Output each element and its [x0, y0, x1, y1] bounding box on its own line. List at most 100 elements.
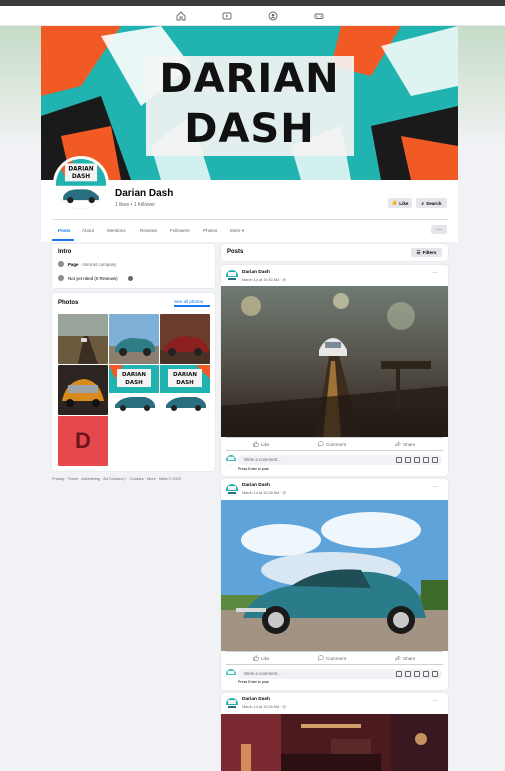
emoji-icon[interactable] — [405, 671, 411, 677]
search-page-label: Search — [426, 200, 442, 206]
header-divider — [52, 219, 448, 220]
tab-posts[interactable]: Posts — [58, 228, 71, 233]
star-icon — [58, 275, 64, 281]
sticker-icon[interactable] — [432, 457, 438, 463]
tab-photos[interactable]: Photos — [203, 228, 217, 233]
cover-title-line1: DARIAN — [159, 56, 340, 102]
post-timestamp[interactable]: March 14 at 10:30 AM · ◎ — [242, 277, 286, 282]
post-image-1[interactable] — [221, 286, 448, 437]
gaming-icon[interactable] — [312, 9, 326, 23]
intro-title: Intro — [58, 249, 72, 255]
commenter-avatar — [226, 455, 236, 465]
share-icon — [395, 441, 401, 447]
filters-label: Filters — [422, 250, 437, 255]
thumb6-logo-line1: DARIAN — [173, 372, 197, 378]
share-label: Share — [403, 441, 416, 447]
groups-icon[interactable] — [266, 9, 280, 23]
comment-button[interactable]: Comment — [318, 655, 346, 661]
page-footer[interactable]: Privacy · Terms · Advertising · Ad Choic… — [52, 476, 181, 481]
post-actions-bottom-divider — [226, 664, 443, 665]
avatar-sticker-icon[interactable] — [396, 457, 402, 463]
commenter-avatar — [226, 669, 236, 679]
intro-page-label: Page — [68, 262, 79, 267]
photos-title: Photos — [58, 300, 79, 306]
emoji-icon[interactable] — [405, 457, 411, 463]
share-button[interactable]: Share — [395, 441, 415, 447]
home-icon[interactable] — [174, 9, 188, 23]
thumbs-up-outline-icon — [253, 655, 259, 661]
filters-button[interactable]: ☰ Filters — [411, 248, 442, 257]
avatar-sticker-icon[interactable] — [396, 671, 402, 677]
info-icon — [58, 261, 64, 267]
post-timestamp[interactable]: March 14 at 10:26 AM · ◎ — [242, 704, 286, 709]
search-page-button[interactable]: ⌕ Search — [416, 198, 447, 208]
tab-more[interactable]: More ▾ — [230, 228, 244, 234]
tab-followers[interactable]: Followers — [170, 228, 190, 233]
enter-hint: Press Enter to post. — [238, 680, 270, 684]
share-icon — [395, 655, 401, 661]
gif-icon[interactable] — [423, 457, 429, 463]
letter-tile-text: D — [75, 428, 91, 453]
tab-about[interactable]: About — [82, 228, 94, 233]
enter-hint: Press Enter to post. — [238, 467, 270, 471]
photo-thumb-2[interactable] — [109, 314, 159, 364]
tab-reviews[interactable]: Reviews — [140, 228, 157, 233]
comment-label: Comment — [326, 655, 346, 661]
photo-thumb-4[interactable] — [58, 365, 108, 415]
profile-stats[interactable]: 1 likes • 1 follower — [115, 202, 155, 208]
share-button[interactable]: Share — [395, 655, 415, 661]
post-options-button[interactable]: ··· — [432, 698, 438, 704]
intro-category-text: · Internet company — [78, 262, 117, 267]
share-label: Share — [403, 655, 416, 661]
post-timestamp[interactable]: March 14 at 10:28 AM · ◎ — [242, 490, 286, 495]
post-actions-bottom-divider — [226, 450, 443, 451]
like-button[interactable]: Like — [253, 441, 269, 447]
photo-thumb-6[interactable]: DARIAN DASH — [160, 365, 210, 415]
profile-name: Darian Dash — [115, 188, 174, 199]
sticker-icon[interactable] — [432, 671, 438, 677]
info-circle-icon[interactable] — [128, 276, 133, 281]
video-icon[interactable] — [220, 9, 234, 23]
photo-thumb-letter[interactable]: D — [58, 416, 108, 466]
photo-thumb-1[interactable] — [58, 314, 108, 364]
post-author-avatar[interactable] — [226, 698, 238, 710]
comment-placeholder: Write a comment... — [244, 457, 281, 462]
posts-header-title: Posts — [227, 249, 244, 255]
comment-icon — [318, 655, 324, 661]
profile-more-button[interactable]: ··· — [431, 225, 447, 234]
post-author-avatar[interactable] — [226, 484, 238, 496]
post-author-name[interactable]: Darian Dash — [242, 697, 270, 702]
like-label: Like — [261, 441, 270, 447]
see-all-photos-link[interactable]: See all photos — [174, 299, 203, 304]
post-author-name[interactable]: Darian Dash — [242, 270, 270, 275]
gif-icon[interactable] — [423, 671, 429, 677]
post-options-button[interactable]: ··· — [432, 270, 438, 276]
photo-thumb-5[interactable]: DARIAN DASH — [109, 365, 159, 415]
post-author-name[interactable]: Darian Dash — [242, 483, 270, 488]
like-button[interactable]: Like — [253, 655, 269, 661]
comment-input[interactable]: Write a comment... — [238, 455, 442, 465]
comment-placeholder: Write a comment... — [244, 671, 281, 676]
intro-page-category: Page · Internet company — [68, 262, 116, 267]
tab-mentions[interactable]: Mentions — [107, 228, 126, 233]
like-page-label: Like — [399, 200, 409, 206]
comment-input[interactable]: Write a comment... — [238, 669, 442, 679]
intro-rating: Not yet rated (0 Reviews) — [68, 276, 118, 281]
post-image-2[interactable] — [221, 500, 448, 651]
post-image-3[interactable] — [221, 714, 448, 771]
like-page-button[interactable]: 👍 Like — [388, 198, 412, 208]
thumb5-logo-line1: DARIAN — [122, 372, 146, 378]
camera-icon[interactable] — [414, 671, 420, 677]
active-tab-indicator — [52, 239, 74, 241]
profile-avatar[interactable]: DARIAN DASH — [53, 156, 109, 212]
thumb6-logo-line2: DASH — [176, 380, 194, 386]
comment-button[interactable]: Comment — [318, 441, 346, 447]
post-options-button[interactable]: ··· — [432, 484, 438, 490]
photo-thumb-3[interactable] — [160, 314, 210, 364]
thumbs-up-icon: 👍 — [391, 200, 398, 205]
camera-icon[interactable] — [414, 457, 420, 463]
posts-header-card: Posts ☰ Filters — [221, 244, 448, 261]
post-author-avatar[interactable] — [226, 270, 238, 282]
cover-title-line2: DASH — [184, 106, 315, 152]
cover-photo[interactable]: DARIAN DASH — [41, 26, 458, 180]
